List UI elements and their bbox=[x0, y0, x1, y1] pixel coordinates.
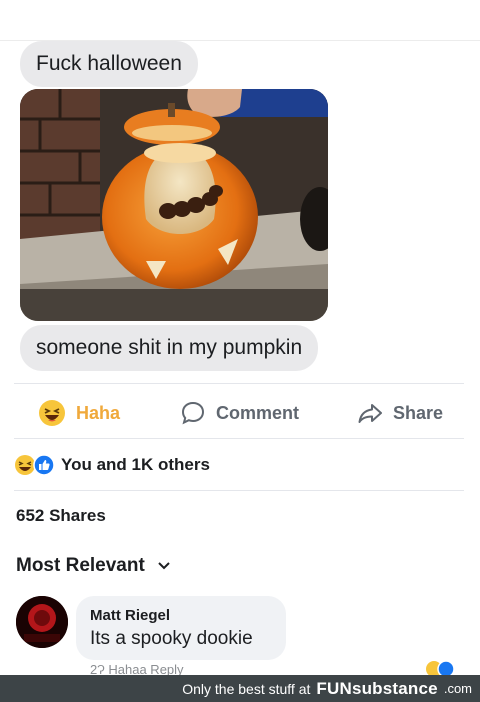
like-thumb-icon bbox=[33, 454, 55, 476]
comment-icon bbox=[181, 401, 205, 425]
haha-label: Haha bbox=[76, 402, 121, 423]
share-button[interactable]: Share bbox=[357, 392, 443, 434]
share-label: Share bbox=[393, 402, 444, 423]
comment-label: Comment bbox=[216, 402, 300, 423]
comment-button[interactable]: Comment bbox=[180, 392, 299, 434]
message-text: someone shit in my pumpkin bbox=[36, 336, 303, 359]
chevron-down-icon bbox=[158, 562, 170, 570]
footer-tagline: Only the best stuff at bbox=[182, 680, 311, 697]
message-bubble[interactable]: Fuck halloween bbox=[20, 41, 198, 87]
message-photo[interactable] bbox=[20, 89, 328, 321]
avatar-image bbox=[16, 596, 68, 648]
divider bbox=[14, 490, 464, 491]
watermark-footer: Only the best stuff at FUNsubstance .com bbox=[0, 675, 480, 702]
comment-text: Its a spooky dookie bbox=[90, 628, 253, 649]
divider bbox=[14, 383, 464, 384]
brand-part-b: substance bbox=[351, 678, 438, 698]
message-text: Fuck halloween bbox=[36, 52, 182, 75]
comment-author[interactable]: Matt Riegel bbox=[90, 606, 272, 626]
brand-part-a: FUN bbox=[316, 678, 352, 698]
carved-pumpkin-photo bbox=[20, 89, 328, 321]
footer-domain: .com bbox=[443, 681, 472, 696]
divider bbox=[14, 438, 464, 439]
avatar[interactable] bbox=[16, 596, 68, 648]
footer-brand: FUNsubstance bbox=[316, 679, 437, 699]
haha-button[interactable]: Haha bbox=[38, 392, 120, 434]
share-icon bbox=[358, 404, 382, 423]
comment-sort-dropdown[interactable]: Most Relevant bbox=[16, 555, 171, 577]
reaction-summary[interactable]: You and 1K others bbox=[14, 452, 210, 478]
message-bubble[interactable]: someone shit in my pumpkin bbox=[20, 325, 319, 371]
shares-count[interactable]: 652 Shares bbox=[16, 506, 106, 526]
comment-bubble[interactable]: Matt Riegel Its a spooky dookie bbox=[76, 596, 286, 660]
reaction-text: You and 1K others bbox=[61, 455, 210, 474]
sort-label: Most Relevant bbox=[16, 555, 145, 576]
haha-emoji-icon bbox=[39, 400, 65, 426]
